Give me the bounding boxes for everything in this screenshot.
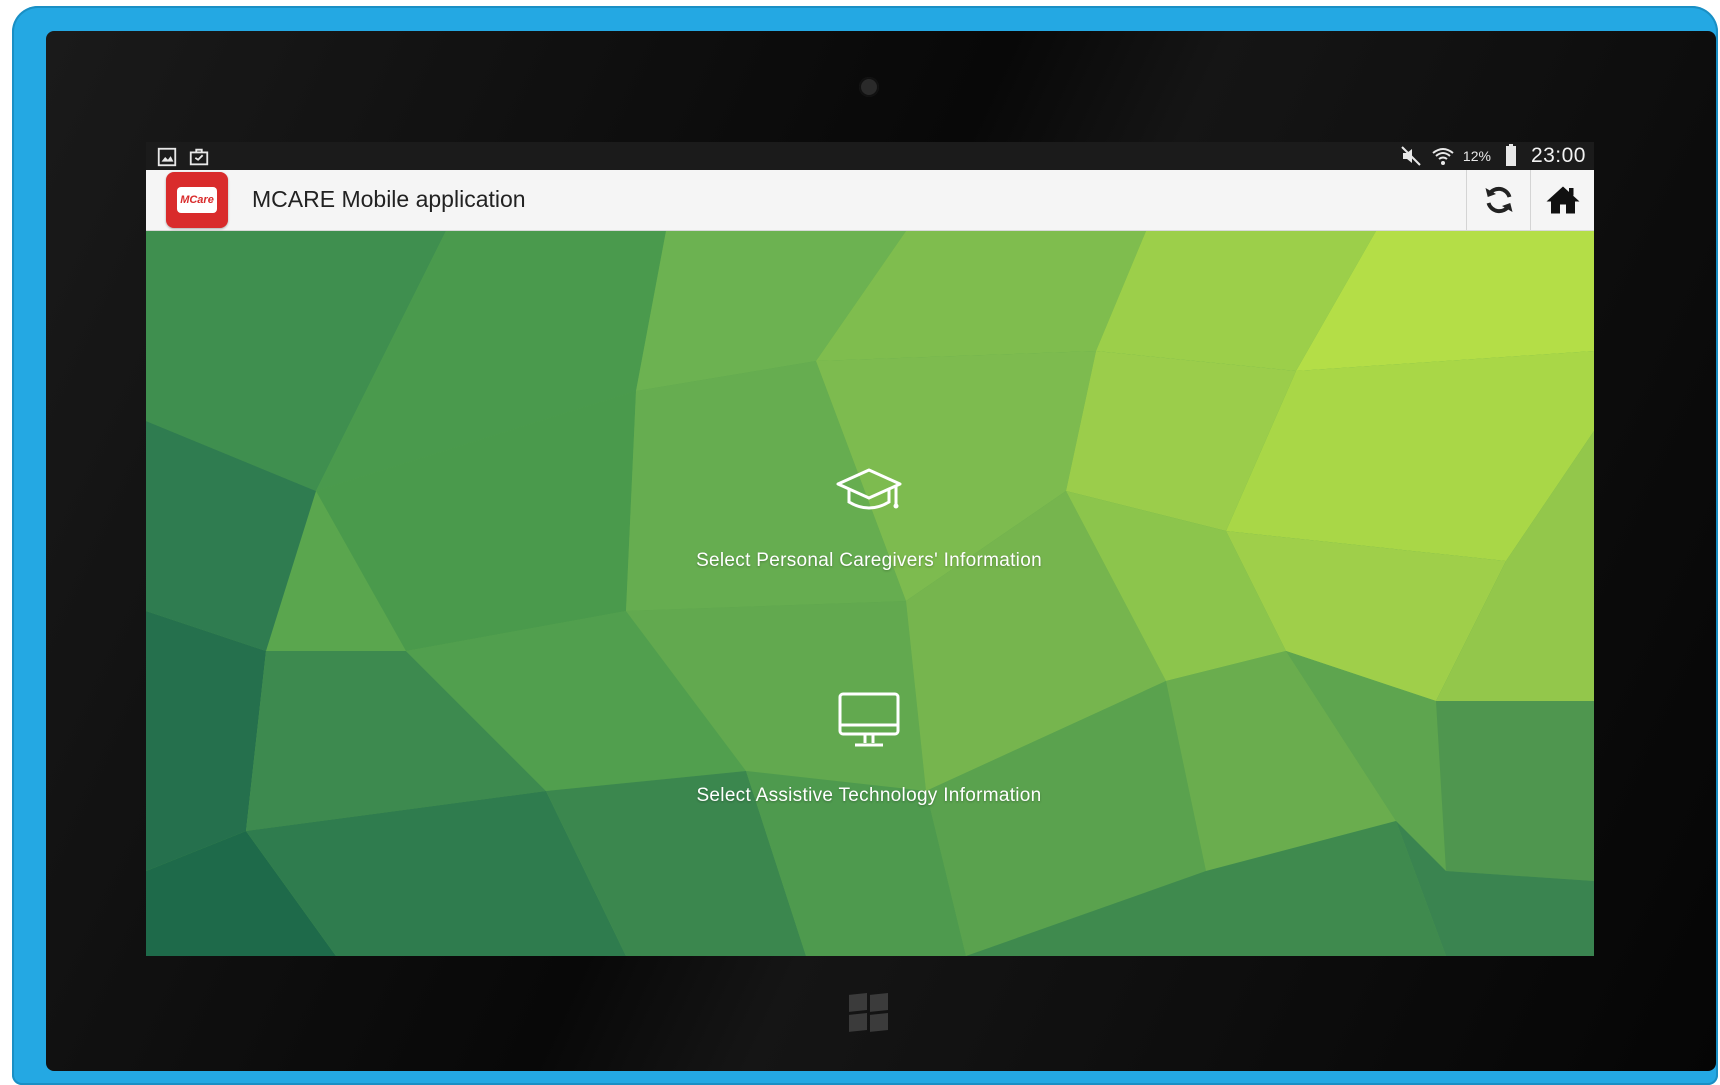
app-bar: MCare MCARE Mobile application	[146, 170, 1594, 231]
camera	[859, 77, 879, 97]
monitor-icon	[838, 692, 900, 747]
assistive-technology-option[interactable]: Select Assistive Technology Information	[589, 691, 1149, 807]
caregivers-option-label: Select Personal Caregivers' Information	[696, 550, 1042, 571]
refresh-button[interactable]	[1466, 170, 1531, 230]
windows-logo-icon[interactable]	[849, 993, 887, 1031]
app-logo[interactable]: MCare	[166, 172, 228, 228]
battery-icon	[1505, 144, 1516, 166]
battery-percent: 12%	[1462, 148, 1491, 164]
status-bar: 12% 23:00	[146, 142, 1594, 170]
main-content: Select Personal Caregivers' Information …	[146, 231, 1594, 956]
graduation-cap-icon	[836, 468, 902, 510]
app-logo-text: MCare	[177, 187, 217, 213]
app-title: MCARE Mobile application	[252, 186, 526, 212]
mute-icon	[1401, 146, 1421, 166]
assistive-technology-option-label: Select Assistive Technology Information	[696, 785, 1042, 806]
wifi-icon	[1432, 148, 1454, 165]
home-button[interactable]	[1530, 170, 1594, 230]
refresh-icon	[1485, 186, 1513, 214]
low-poly-background	[146, 231, 1594, 956]
device-screen: 12% 23:00 MCare MCARE Mobile application	[146, 142, 1594, 956]
gallery-icon	[157, 147, 177, 167]
caregivers-option[interactable]: Select Personal Caregivers' Information	[589, 466, 1149, 572]
home-icon	[1546, 186, 1580, 214]
briefcase-icon	[189, 148, 209, 166]
status-clock: 23:00	[1530, 144, 1586, 167]
